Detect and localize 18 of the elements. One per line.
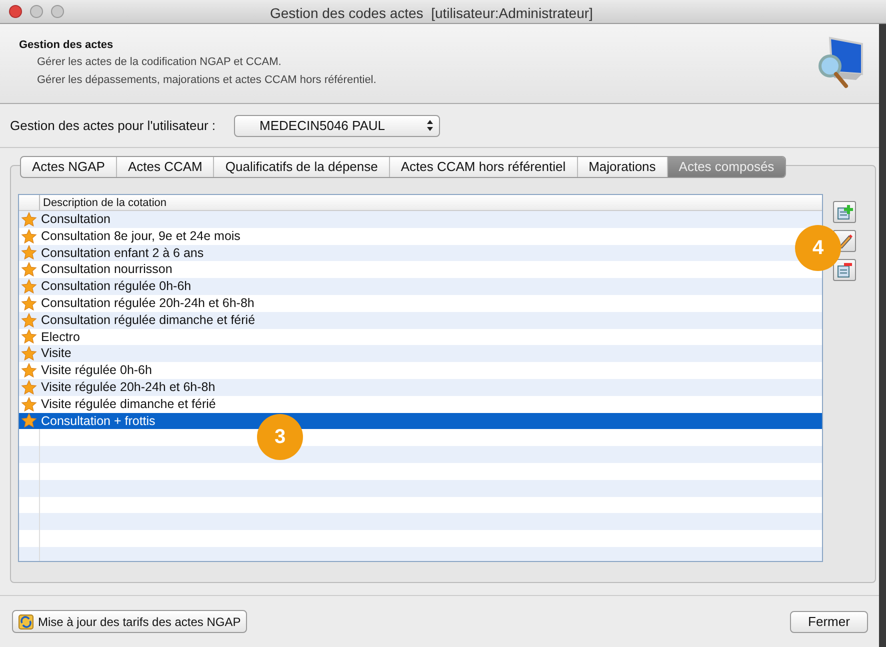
cotation-text: Visite régulée 20h-24h et 6h-8h	[41, 379, 216, 396]
cotation-text: Consultation régulée dimanche et férié	[41, 312, 256, 329]
cotation-text: Consultation 8e jour, 9e et 24e mois	[41, 228, 240, 245]
header-description: Gérer les dépassements, majorations et actes CCAM hors référentiel.	[36, 73, 376, 88]
cotation-text: Visite régulée 0h-6h	[41, 362, 152, 380]
header-title: Gestion des actes	[19, 38, 114, 52]
header-description: Gérer les actes de la codification NGAP et CCAM.	[36, 55, 282, 70]
cotation-text: Electro	[41, 328, 80, 346]
cotation-text: Consultation nourrisson	[41, 261, 172, 278]
cotation-text: Consultation enfant 2 à 6 ans	[41, 244, 204, 262]
cotation-text: Consultation régulée 0h-6h	[41, 278, 192, 296]
window-title: Gestion des codes actes [utilisateur:Administrateur]	[270, 4, 593, 23]
cotation-text: Consultation + frottis	[41, 412, 156, 430]
cotation-text: Visite	[41, 345, 72, 362]
cotation-text: Visite régulée dimanche et férié	[41, 396, 216, 413]
cotation-text: Consultation	[41, 211, 110, 228]
user-label: Gestion des actes pour l'utilisateur :	[10, 116, 216, 135]
cotation-text: Consultation régulée 20h-24h et 6h-8h	[41, 295, 254, 312]
